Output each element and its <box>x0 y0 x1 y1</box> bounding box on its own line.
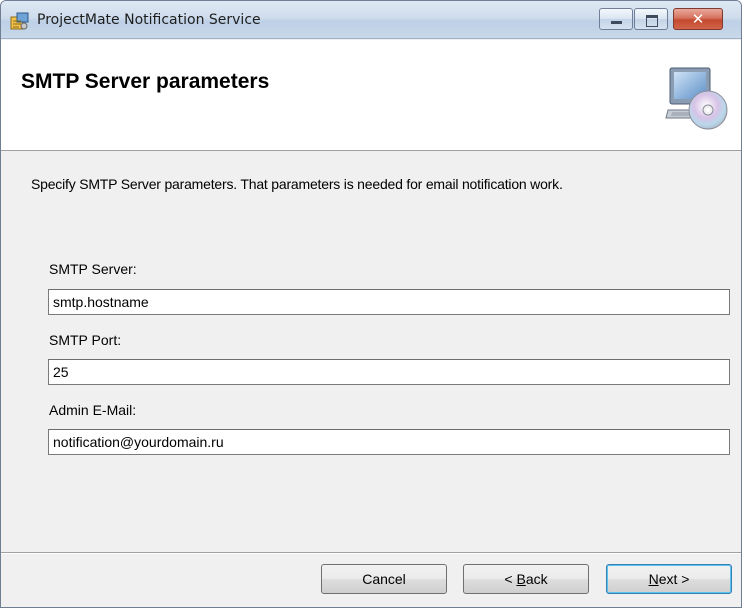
cancel-button-label: Cancel <box>362 571 406 587</box>
smtp-server-label: SMTP Server: <box>49 261 137 277</box>
content-area: Specify SMTP Server parameters. That par… <box>1 152 741 552</box>
minimize-button[interactable] <box>599 8 633 30</box>
installer-app-icon <box>10 12 29 30</box>
button-bar: Cancel < Back Next > <box>1 554 741 607</box>
page-title: SMTP Server parameters <box>21 70 270 93</box>
close-button[interactable]: ✕ <box>673 8 723 30</box>
back-button[interactable]: < Back <box>463 564 589 594</box>
smtp-port-input[interactable] <box>48 359 730 385</box>
back-button-prefix: < <box>504 571 517 587</box>
smtp-server-input[interactable] <box>48 289 730 315</box>
installer-window: ProjectMate Notification Service ✕ SMTP … <box>0 0 742 608</box>
admin-email-label: Admin E-Mail: <box>49 402 137 418</box>
next-button-mnemonic: N <box>648 571 659 587</box>
back-button-label: ack <box>525 571 548 587</box>
maximize-button[interactable] <box>634 8 668 30</box>
window-title: ProjectMate Notification Service <box>37 12 261 28</box>
title-bar[interactable]: ProjectMate Notification Service ✕ <box>1 1 741 39</box>
back-button-mnemonic: B <box>516 571 526 587</box>
step-description: Specify SMTP Server parameters. That par… <box>31 176 563 192</box>
smtp-port-label: SMTP Port: <box>49 332 122 348</box>
admin-email-input[interactable] <box>48 429 730 455</box>
next-button[interactable]: Next > <box>606 564 732 594</box>
cancel-button[interactable]: Cancel <box>321 564 447 594</box>
close-icon: ✕ <box>691 10 705 28</box>
header-banner: SMTP Server parameters <box>1 40 741 151</box>
next-button-label: ext > <box>658 571 690 587</box>
computer-with-cd-icon <box>665 67 728 130</box>
